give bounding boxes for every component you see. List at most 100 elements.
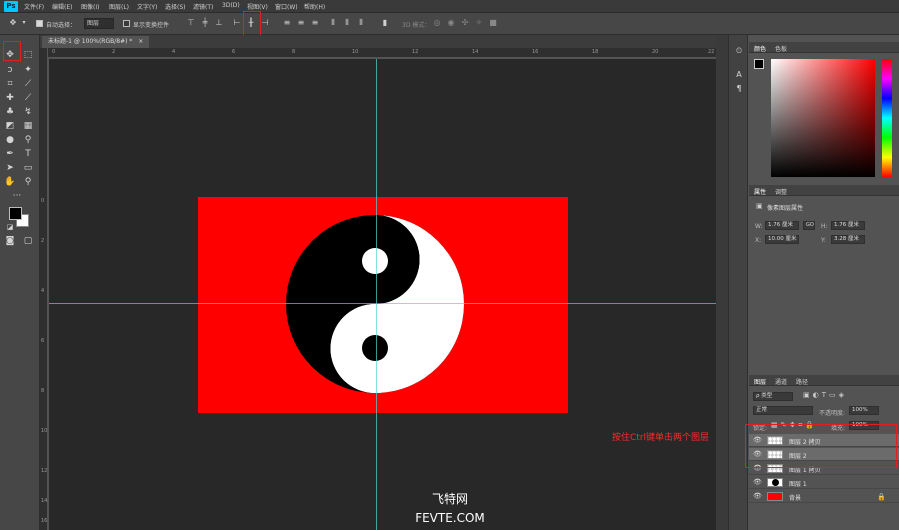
hue-slider[interactable]: [882, 59, 892, 177]
character-panel-icon[interactable]: A: [732, 69, 746, 81]
ruler-tick: 10: [41, 428, 48, 434]
ruler-tick: 2: [112, 49, 116, 55]
ruler-tick: 16: [532, 49, 539, 55]
tab-swatches[interactable]: 色板: [775, 44, 787, 53]
width-field[interactable]: 1.76 厘米: [765, 221, 799, 230]
align-vcenter-icon[interactable]: ╪: [200, 18, 210, 28]
align-bottom-icon[interactable]: ⊥: [214, 18, 224, 28]
magic-wand-icon[interactable]: ✦: [21, 64, 35, 76]
default-colors-icon[interactable]: ◪: [3, 221, 17, 233]
width-label: W:: [755, 223, 763, 230]
stamp-tool-icon[interactable]: ♣: [3, 106, 17, 118]
screen-mode-icon[interactable]: ▢: [21, 235, 35, 247]
auto-select-dropdown[interactable]: 图层: [84, 18, 114, 29]
menu-type[interactable]: 文字(Y): [137, 2, 157, 11]
menu-view[interactable]: 视图(V): [247, 2, 268, 11]
distribute-right-icon[interactable]: ⦀: [356, 18, 366, 28]
layer-row[interactable]: 👁 背景 🔒: [749, 490, 899, 503]
close-icon[interactable]: ×: [138, 38, 143, 45]
menu-edit[interactable]: 编辑(E): [52, 2, 72, 11]
layer-filter-icons[interactable]: ▣◐T▭◈: [803, 391, 847, 399]
tab-channels[interactable]: 通道: [775, 377, 787, 386]
align-right-icon[interactable]: ⊣: [260, 18, 270, 28]
auto-select-checkbox[interactable]: [36, 20, 43, 27]
link-dimensions-icon[interactable]: GO: [803, 221, 815, 230]
move-tool-icon[interactable]: ✥: [8, 18, 18, 28]
watermark-line1: 飞特网: [431, 492, 468, 506]
ruler-horizontal: 0 2 4 6 8 10 12 14 16 18 20 22: [48, 48, 716, 58]
healing-brush-icon[interactable]: ✚: [3, 92, 17, 104]
history-panel-icon[interactable]: ⏲: [732, 45, 746, 57]
more-tools-icon[interactable]: ···: [10, 190, 24, 202]
marquee-tool-icon[interactable]: ⬚: [21, 49, 35, 61]
menu-image[interactable]: 图像(I): [81, 2, 99, 11]
opacity-field[interactable]: 100%: [849, 406, 879, 415]
history-brush-icon[interactable]: ↯: [21, 106, 35, 118]
drag-3d-icon[interactable]: ✣: [460, 18, 470, 28]
menu-window[interactable]: 窗口(W): [275, 2, 298, 11]
auto-align-icon[interactable]: ▮: [380, 18, 390, 28]
tab-adjustments[interactable]: 调整: [775, 187, 787, 196]
photoshop-logo: Ps: [4, 1, 18, 12]
brush-tool-icon[interactable]: ⟋: [21, 92, 35, 104]
color-field[interactable]: [771, 59, 875, 177]
menu-layer[interactable]: 图层(L): [109, 2, 129, 11]
paragraph-panel-icon[interactable]: ¶: [732, 83, 746, 95]
gradient-tool-icon[interactable]: ▦: [21, 120, 35, 132]
align-top-icon[interactable]: ⊤: [186, 18, 196, 28]
height-field[interactable]: 1.76 厘米: [831, 221, 865, 230]
color-fg-swatch[interactable]: [754, 59, 764, 69]
blur-tool-icon[interactable]: ●: [3, 134, 17, 146]
distribute-hcenter-icon[interactable]: ⦀: [342, 18, 352, 28]
pen-tool-icon[interactable]: ✒: [3, 148, 17, 160]
menu-file[interactable]: 文件(F): [24, 2, 44, 11]
eyedropper-icon[interactable]: ⟋: [21, 78, 35, 90]
distribute-top-icon[interactable]: ≡: [282, 18, 292, 28]
tools-panel: ✥ ⬚ ↄ ✦ ⌗ ⟋ ✚ ⟋ ♣ ↯ ◩ ▦ ● ⚲ ✒ T ➤ ▭ ✋ ⚲ …: [0, 35, 40, 530]
eraser-tool-icon[interactable]: ◩: [3, 120, 17, 132]
ruler-tick: 8: [292, 49, 296, 55]
foreground-color-swatch[interactable]: [9, 207, 22, 220]
layer-name: 图层 1: [789, 481, 807, 488]
distribute-left-icon[interactable]: ⦀: [328, 18, 338, 28]
document-canvas[interactable]: [198, 197, 568, 413]
hand-tool-icon[interactable]: ✋: [3, 176, 17, 188]
layer-filter-dropdown[interactable]: ρ 类型: [753, 392, 793, 401]
chevron-down-icon[interactable]: ▾: [19, 18, 29, 28]
tab-layers[interactable]: 图层: [754, 377, 766, 386]
ruler-tick: 20: [652, 49, 659, 55]
mode-3d-label: 3D 模式：: [402, 22, 431, 29]
quick-mask-icon[interactable]: ◙: [3, 235, 17, 247]
lasso-tool-icon[interactable]: ↄ: [3, 64, 17, 76]
tab-properties[interactable]: 属性: [754, 187, 766, 196]
eye-icon[interactable]: 👁: [753, 478, 762, 486]
distribute-bottom-icon[interactable]: ≡: [310, 18, 320, 28]
eye-icon[interactable]: 👁: [753, 492, 762, 500]
document-tab[interactable]: 未标题-1 @ 100%(RGB/8#) * ×: [42, 36, 150, 48]
scale-3d-icon[interactable]: ■: [488, 18, 498, 28]
crop-tool-icon[interactable]: ⌗: [3, 78, 17, 90]
dodge-tool-icon[interactable]: ⚲: [21, 134, 35, 146]
roll-3d-icon[interactable]: ◉: [446, 18, 456, 28]
show-transform-checkbox[interactable]: [123, 20, 130, 27]
pixel-layer-icon: ▣: [756, 202, 763, 210]
menu-select[interactable]: 选择(S): [165, 2, 186, 11]
shape-tool-icon[interactable]: ▭: [21, 162, 35, 174]
layer-row[interactable]: 👁 图层 1: [749, 476, 899, 489]
path-select-icon[interactable]: ➤: [3, 162, 17, 174]
y-field[interactable]: 3.28 厘米: [831, 235, 865, 244]
menu-3d[interactable]: 3D(D): [222, 2, 240, 9]
layers-highlight-box: [745, 424, 897, 468]
type-tool-icon[interactable]: T: [21, 148, 35, 160]
rotate-3d-icon[interactable]: ◎: [432, 18, 442, 28]
tab-color[interactable]: 颜色: [754, 44, 766, 53]
distribute-vcenter-icon[interactable]: ≡: [296, 18, 306, 28]
align-left-icon[interactable]: ⊢: [232, 18, 242, 28]
x-field[interactable]: 10.00 厘米: [765, 235, 799, 244]
slide-3d-icon[interactable]: ✧: [474, 18, 484, 28]
zoom-tool-icon[interactable]: ⚲: [21, 176, 35, 188]
tab-paths[interactable]: 路径: [796, 377, 808, 386]
blend-mode-dropdown[interactable]: 正常: [753, 406, 813, 415]
menu-help[interactable]: 帮助(H): [304, 2, 325, 11]
menu-filter[interactable]: 滤镜(T): [193, 2, 213, 11]
